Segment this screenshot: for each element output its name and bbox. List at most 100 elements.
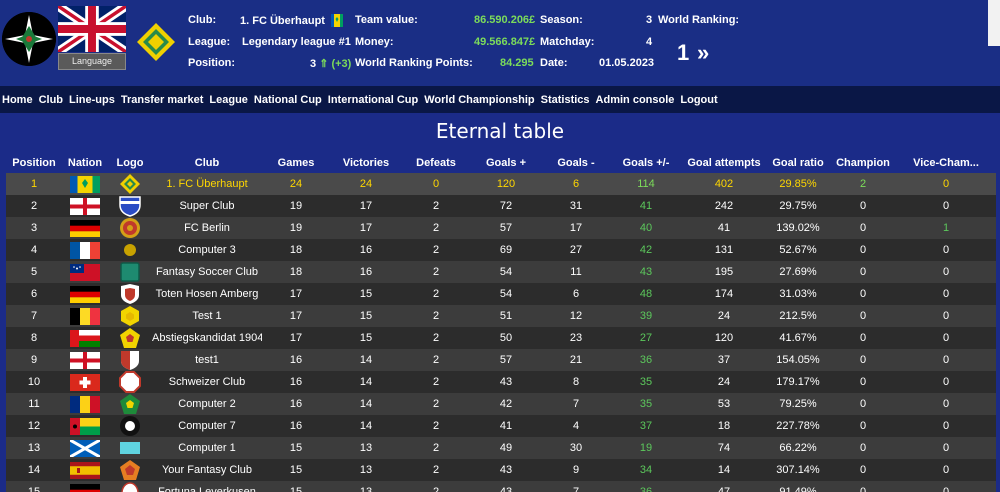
club-cell[interactable]: Fortuna Leverkusen (152, 481, 262, 492)
table-row[interactable]: 9 test1 16 14 2 57 21 36 37 154.05% 0 0 (6, 349, 996, 371)
table-row[interactable]: 3 FC Berlin 19 17 2 57 17 40 41 139.02% 0 1 (6, 217, 996, 239)
club-value[interactable]: 1. FC Überhaupt (240, 14, 343, 27)
nav-club[interactable]: Club (39, 94, 63, 106)
goal-ratio-cell: 227.78% (766, 415, 830, 437)
col-header[interactable]: Position (6, 153, 62, 173)
table-row[interactable]: 13 Computer 1 15 13 2 49 30 19 74 66.22% 0 0 (6, 437, 996, 459)
club-logo-icon[interactable] (119, 239, 141, 261)
nation-cell (62, 283, 108, 305)
table-row[interactable]: 14 Your Fantasy Club 15 13 2 43 9 34 14 307.14% 0 0 (6, 459, 996, 481)
club-cell[interactable]: Computer 7 (152, 415, 262, 437)
table-row[interactable]: 11 Computer 2 16 14 2 42 7 35 53 79.25% 0 0 (6, 393, 996, 415)
club-logo-icon[interactable] (119, 437, 141, 459)
club-cell[interactable]: Fantasy Soccer Club (152, 261, 262, 283)
victories-cell: 14 (330, 349, 402, 371)
next-arrow-icon[interactable]: » (697, 40, 709, 66)
club-cell[interactable]: Computer 3 (152, 239, 262, 261)
table-row[interactable]: 7 Test 1 17 15 2 51 12 39 24 212.5% 0 0 (6, 305, 996, 327)
col-header[interactable]: Goals +/- (610, 153, 682, 173)
club-cell[interactable]: Computer 2 (152, 393, 262, 415)
col-header[interactable]: Goals - (542, 153, 610, 173)
goals-for-cell: 41 (470, 415, 542, 437)
goals-against-cell: 8 (542, 371, 610, 393)
games-cell: 15 (262, 459, 330, 481)
games-cell: 19 (262, 217, 330, 239)
club-cell[interactable]: Schweizer Club (152, 371, 262, 393)
club-cell[interactable]: Abstiegskandidat 1904 (152, 327, 262, 349)
club-logo-icon[interactable] (119, 305, 141, 327)
col-header[interactable]: Goals + (470, 153, 542, 173)
club-logo-icon[interactable] (119, 415, 141, 437)
col-header[interactable]: Goal ratio (766, 153, 830, 173)
club-name[interactable]: 1. FC Überhaupt (240, 15, 325, 27)
table-row[interactable]: 5 Fantasy Soccer Club 18 16 2 54 11 43 195 27.69%… (6, 261, 996, 283)
uk-flag-icon[interactable] (58, 6, 126, 52)
bel-flag-icon (70, 307, 100, 325)
goal-ratio-cell: 52.67% (766, 239, 830, 261)
nav-transfer-market[interactable]: Transfer market (121, 94, 204, 106)
club-logo-icon[interactable] (119, 481, 141, 492)
logo-cell (108, 283, 152, 305)
goals-for-cell: 42 (470, 393, 542, 415)
club-cell[interactable]: Your Fantasy Club (152, 459, 262, 481)
games-cell: 17 (262, 327, 330, 349)
club-cell[interactable]: FC Berlin (152, 217, 262, 239)
league-logo-icon[interactable] (136, 22, 176, 62)
club-logo-icon[interactable] (119, 173, 141, 195)
club-logo-icon[interactable] (119, 195, 141, 217)
table-row[interactable]: 2 Super Club 19 17 2 72 31 41 242 29.75% 0 0 (6, 195, 996, 217)
victories-cell: 24 (330, 173, 402, 195)
col-header[interactable]: Champion (830, 153, 896, 173)
nav-league[interactable]: League (209, 94, 248, 106)
scrollbar[interactable] (988, 0, 1000, 46)
club-logo-icon[interactable] (119, 371, 141, 393)
col-header[interactable]: Games (262, 153, 330, 173)
date-label: Date: (540, 57, 568, 69)
league-value[interactable]: Legendary league #1 (242, 36, 351, 48)
club-cell[interactable]: Computer 1 (152, 437, 262, 459)
vice-champion-cell: 0 (896, 393, 996, 415)
language-button[interactable]: Language (58, 53, 126, 70)
nav-logout[interactable]: Logout (680, 94, 717, 106)
col-header[interactable]: Defeats (402, 153, 470, 173)
club-logo-icon[interactable] (119, 217, 141, 239)
col-header[interactable]: Club (152, 153, 262, 173)
club-cell[interactable]: Toten Hosen Amberg (152, 283, 262, 305)
nav-international-cup[interactable]: International Cup (328, 94, 418, 106)
club-cell[interactable]: Super Club (152, 195, 262, 217)
table-row[interactable]: 10 Schweizer Club 16 14 2 43 8 35 24 179.17% 0 0 (6, 371, 996, 393)
nav-home[interactable]: Home (2, 94, 33, 106)
club-logo-icon[interactable] (2, 12, 56, 66)
club-logo-icon[interactable] (119, 261, 141, 283)
nav-national-cup[interactable]: National Cup (254, 94, 322, 106)
club-cell[interactable]: 1. FC Überhaupt (152, 173, 262, 195)
nav-line-ups[interactable]: Line-ups (69, 94, 115, 106)
nav-admin-console[interactable]: Admin console (596, 94, 675, 106)
logo-cell (108, 415, 152, 437)
club-logo-icon[interactable] (119, 283, 141, 305)
col-header[interactable]: Victories (330, 153, 402, 173)
col-header[interactable]: Vice-Cham... (896, 153, 996, 173)
table-row[interactable]: 12 Computer 7 16 14 2 41 4 37 18 227.78% 0 0 (6, 415, 996, 437)
nav-world-championship[interactable]: World Championship (424, 94, 534, 106)
goal-difference-cell: 43 (610, 261, 682, 283)
champion-cell: 0 (830, 217, 896, 239)
vc-flag-icon (330, 14, 343, 27)
col-header[interactable]: Logo (108, 153, 152, 173)
col-header[interactable]: Goal attempts (682, 153, 766, 173)
club-cell[interactable]: test1 (152, 349, 262, 371)
table-row[interactable]: 4 Computer 3 18 16 2 69 27 42 131 52.67% 0 0 (6, 239, 996, 261)
table-row[interactable]: 8 Abstiegskandidat 1904 17 15 2 50 23 27 120 41.6… (6, 327, 996, 349)
club-logo-icon[interactable] (119, 459, 141, 481)
goals-against-cell: 4 (542, 415, 610, 437)
table-row[interactable]: 1 1. FC Überhaupt 24 24 0 120 6 114 402 29.85% 2 0 (6, 173, 996, 195)
club-logo-icon[interactable] (119, 349, 141, 371)
nav-statistics[interactable]: Statistics (541, 94, 590, 106)
club-logo-icon[interactable] (119, 393, 141, 415)
col-header[interactable]: Nation (62, 153, 108, 173)
table-row[interactable]: 6 Toten Hosen Amberg 17 15 2 54 6 48 174 31.03% 0 0 (6, 283, 996, 305)
club-logo-icon[interactable] (119, 327, 141, 349)
club-cell[interactable]: Test 1 (152, 305, 262, 327)
victories-cell: 15 (330, 283, 402, 305)
table-row[interactable]: 15 Fortuna Leverkusen 15 13 2 43 7 36 47 91.49% 0 0 (6, 481, 996, 492)
